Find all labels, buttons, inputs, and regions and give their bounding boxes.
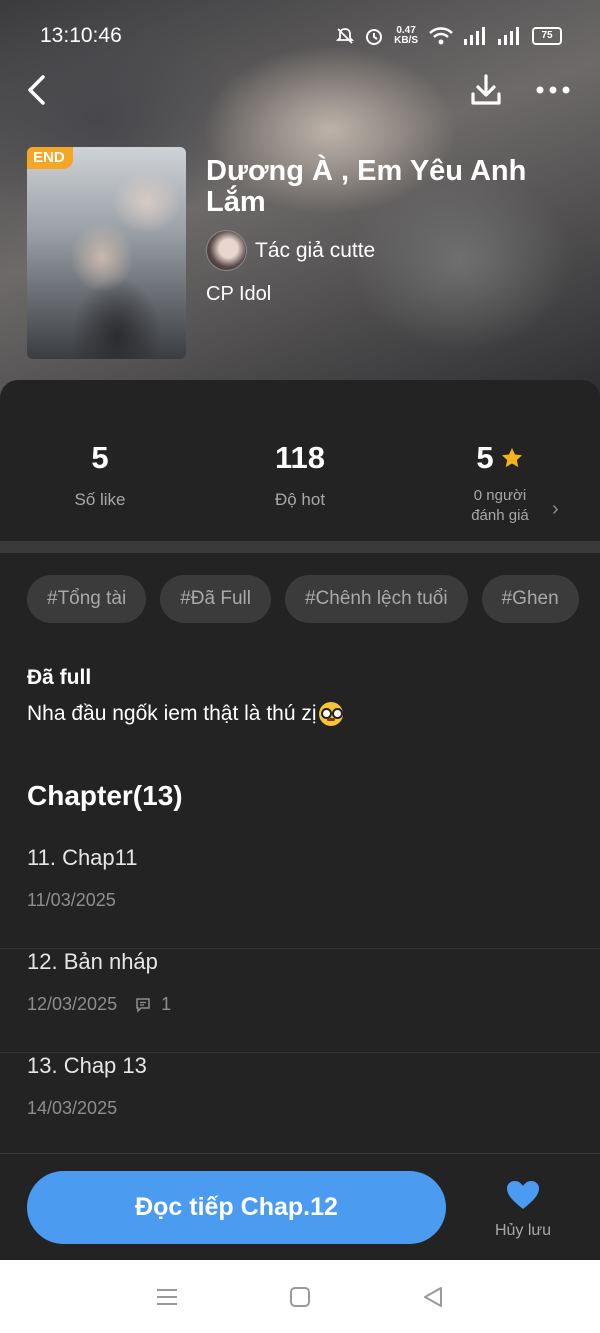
download-icon [471,74,501,105]
end-badge: END [27,147,73,169]
rating-value: 5 [476,440,494,475]
tag-chip[interactable]: #Đã Full [160,575,271,623]
mute-bell-icon [336,28,355,44]
home-icon [289,1286,310,1307]
rating-value-row: 5 [400,440,600,476]
author-name[interactable]: Tác giả cutte [255,239,375,263]
story-category[interactable]: CP Idol [206,283,271,306]
signal-icon-2 [498,27,519,45]
rating-label-line2: đánh giá [471,507,529,524]
author-avatar[interactable] [206,230,247,271]
hot-value: 118 [274,440,325,475]
chapter-item[interactable]: 13. Chap 13 14/03/2025 [0,1053,600,1157]
chapter-item[interactable]: 12. Bản nháp 12/03/2025 1 [0,949,600,1053]
tag-chip[interactable]: #Tổng tài [27,575,147,623]
unsave-button[interactable]: Hủy lưu [488,1179,558,1240]
comment-icon [136,997,150,1013]
status-time: 13:10:46 [40,24,122,47]
description-title: Đã full [27,666,92,689]
tag-list: #Tổng tài #Đã Full #Chênh lệch tuổi #Ghe… [27,575,579,623]
stats-row: 5 Số like 118 Độ hot 5 0 người đánh giá … [0,380,600,540]
comment-count: 1 [161,994,172,1014]
back-arrow-icon [28,75,45,105]
story-title: Dương À , Em Yêu Anh Lắm [206,155,527,218]
main-panel: 5 Số like 118 Độ hot 5 0 người đánh giá … [0,380,600,1260]
chapter-name: 13. Chap 13 [27,1053,147,1078]
continue-reading-button[interactable]: Đọc tiếp Chap.12 [27,1171,446,1244]
chapter-item[interactable]: 11. Chap11 11/03/2025 [0,845,600,949]
bottom-action-bar: Đọc tiếp Chap.12 Hủy lưu [0,1153,600,1261]
chapter-meta: 12/03/2025 1 [27,994,171,1015]
stat-hot: 118 Độ hot [200,440,400,510]
description-text: Nha đầu ngốk iem thật là thú zị [27,702,317,725]
back-nav-button[interactable] [413,1277,453,1317]
battery-indicator: 75 [532,27,562,45]
download-button[interactable] [466,70,506,110]
more-icon [536,86,570,94]
rating-label: 0 người đánh giá [400,486,600,526]
nerd-face-emoji-icon [318,702,343,726]
star-icon [501,448,522,468]
tag-chip[interactable]: #Ghen [481,575,579,623]
author[interactable]: Tác giả cutte [206,230,375,271]
signal-icon [464,27,485,45]
chapter-date: 11/03/2025 [27,890,116,910]
back-triangle-icon [424,1286,443,1307]
chapter-name: 11. Chap11 [27,845,138,870]
section-divider [0,541,600,553]
description-text-row: Nha đầu ngốk iem thật là thú zị [27,702,343,726]
chapter-meta: 14/03/2025 [27,1098,117,1119]
net-speed-unit: KB/S [394,35,418,46]
home-nav-button[interactable] [280,1277,320,1317]
rating-label-line1: 0 người [473,487,527,504]
hot-label: Độ hot [274,490,326,509]
status-icons: 0.47 KB/S 75 [336,26,562,46]
menu-icon [156,1288,177,1305]
net-speed: 0.47 KB/S [394,26,418,46]
heart-icon [507,1181,539,1209]
more-button[interactable] [533,70,573,110]
chapter-meta: 11/03/2025 [27,890,116,911]
status-bar: 13:10:46 0.47 KB/S 75 [0,0,600,72]
likes-value: 5 [91,440,109,475]
unsave-label: Hủy lưu [494,1222,552,1239]
chapter-name: 12. Bản nháp [27,949,158,974]
tag-chip[interactable]: #Chênh lệch tuổi [284,575,468,623]
menu-nav-button[interactable] [147,1277,187,1317]
likes-label: Số like [74,490,126,509]
chapters-header: Chapter(13) [27,780,183,811]
story-cover[interactable]: END [27,147,186,359]
alarm-icon [366,29,383,45]
chapter-comments: 1 [135,994,171,1015]
chapter-date: 14/03/2025 [27,1098,118,1118]
stat-rating[interactable]: 5 0 người đánh giá [400,440,600,526]
back-button[interactable] [17,70,57,110]
wifi-icon [429,27,453,45]
chapter-date: 12/03/2025 [27,994,118,1014]
chevron-right-icon[interactable]: › [552,498,559,521]
system-nav-bar [0,1260,600,1333]
stat-likes: 5 Số like [0,440,200,510]
